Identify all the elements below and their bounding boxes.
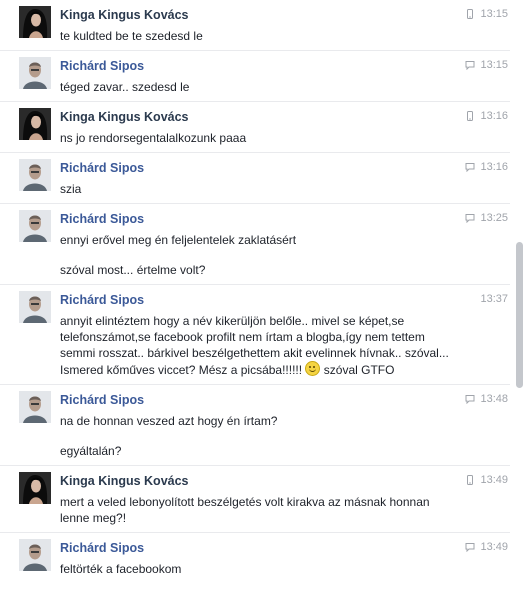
sender-name[interactable]: Richárd Sipos	[60, 540, 510, 556]
chat-icon	[465, 542, 475, 552]
message-row: Richárd Sipos 13:25 ennyi erővel meg én fe…	[0, 203, 510, 284]
message-text: szia	[60, 182, 82, 196]
timestamp: 13:25	[480, 212, 508, 224]
avatar[interactable]	[19, 391, 51, 423]
message-text: na de honnan veszed azt hogy én írtam?	[60, 414, 278, 428]
chat-icon	[465, 213, 475, 223]
message-text: ennyi erővel meg én feljelentelek zaklat…	[60, 233, 297, 247]
message-meta: 13:48	[465, 393, 508, 405]
message-text: te kuldted be te szedesd le	[60, 29, 203, 43]
message-row: Kinga Kingus Kovács 13:49 mert a veled leb…	[0, 465, 510, 532]
message-meta: 13:16	[465, 110, 508, 122]
message-row: Richárd Sipos 13:48 na de honnan veszed az…	[0, 384, 510, 465]
message-text: annyit elintéztem hogy a név kikerüljön …	[60, 314, 449, 377]
timestamp: 13:37	[480, 293, 508, 305]
sender-name[interactable]: Richárd Sipos	[60, 392, 510, 408]
timestamp: 13:16	[480, 161, 508, 173]
sender-name[interactable]: Kinga Kingus Kovács	[60, 473, 510, 489]
avatar[interactable]	[19, 6, 51, 38]
timestamp: 13:49	[480, 541, 508, 553]
message-row: Richárd Sipos 13:37 annyit elintéztem hogy…	[0, 284, 510, 384]
message-row: Kinga Kingus Kovács 13:16 ns jo rendorsege…	[0, 101, 510, 152]
message-text: egyáltalán?	[60, 444, 122, 458]
sender-name[interactable]: Kinga Kingus Kovács	[60, 7, 510, 23]
message-row: Richárd Sipos 13:49 feltörték a facebookom	[0, 532, 510, 583]
message-text: ns jo rendorsegentalalkozunk paaa	[60, 131, 247, 145]
scrollbar-thumb[interactable]	[516, 242, 523, 388]
timestamp: 13:15	[480, 8, 508, 20]
message-row: Richárd Sipos 13:16 szia	[0, 152, 510, 203]
message-meta: 13:37	[480, 293, 508, 305]
timestamp: 13:15	[480, 59, 508, 71]
timestamp: 13:16	[480, 110, 508, 122]
avatar[interactable]	[19, 108, 51, 140]
timestamp: 13:48	[480, 393, 508, 405]
sender-name[interactable]: Richárd Sipos	[60, 58, 510, 74]
avatar[interactable]	[19, 291, 51, 323]
sender-name[interactable]: Kinga Kingus Kovács	[60, 109, 510, 125]
mobile-icon	[465, 111, 475, 121]
sender-name[interactable]: Richárd Sipos	[60, 160, 510, 176]
avatar[interactable]	[19, 539, 51, 571]
message-text: mert a veled lebonyolított beszélgetés v…	[60, 495, 430, 525]
avatar[interactable]	[19, 210, 51, 242]
message-text: szóval most... értelme volt?	[60, 263, 206, 277]
message-thread[interactable]: Kinga Kingus Kovács 13:15 te kuldted be te…	[0, 0, 510, 590]
chat-icon	[465, 394, 475, 404]
message-text: feltörték a facebookom	[60, 562, 182, 576]
sender-name[interactable]: Richárd Sipos	[60, 211, 510, 227]
chat-icon	[465, 60, 475, 70]
message-meta: 13:15	[465, 8, 508, 20]
message-meta: 13:49	[465, 474, 508, 486]
timestamp: 13:49	[480, 474, 508, 486]
mobile-icon	[465, 475, 475, 485]
message-meta: 13:25	[465, 212, 508, 224]
message-row: Richárd Sipos 13:15 téged zavar.. szedesd …	[0, 50, 510, 101]
message-meta: 13:49	[465, 541, 508, 553]
message-meta: 13:15	[465, 59, 508, 71]
message-meta: 13:16	[465, 161, 508, 173]
message-row: Kinga Kingus Kovács 13:15 te kuldted be te…	[0, 0, 510, 50]
avatar[interactable]	[19, 57, 51, 89]
sender-name[interactable]: Richárd Sipos	[60, 292, 510, 308]
mobile-icon	[465, 9, 475, 19]
smiley-emoji-icon	[305, 361, 321, 376]
message-text: téged zavar.. szedesd le	[60, 80, 190, 94]
chat-icon	[465, 162, 475, 172]
avatar[interactable]	[19, 159, 51, 191]
avatar[interactable]	[19, 472, 51, 504]
